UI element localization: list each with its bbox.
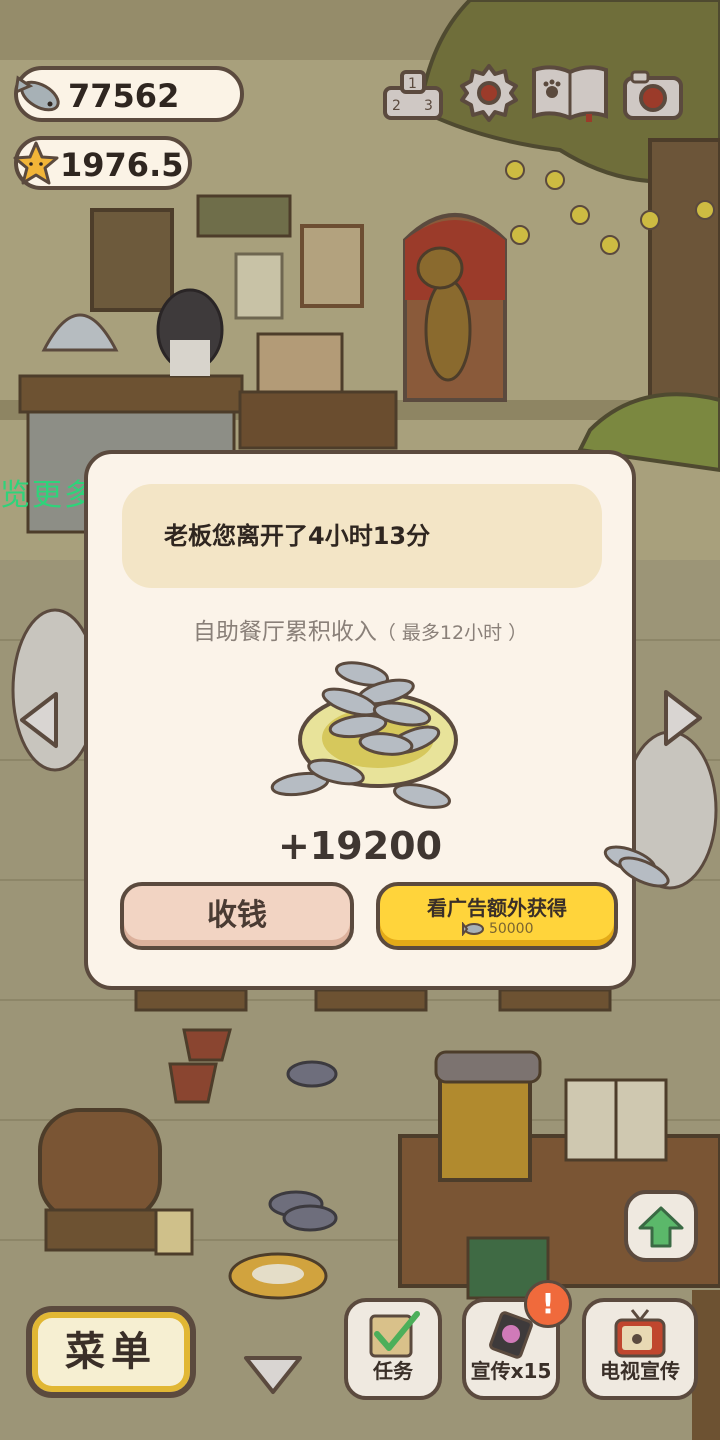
watch-ad-label: 看广告额外获得 [427, 896, 567, 920]
promo-label: 宣传x15 [470, 1359, 552, 1383]
scroll-down-arrow-icon[interactable] [242, 1354, 304, 1396]
alert-badge-text: ! [541, 1287, 555, 1320]
svg-text:1: 1 [408, 76, 417, 92]
ad-bonus-value: 50000 [488, 921, 534, 937]
tasks-label: 任务 [373, 1359, 413, 1383]
away-notice-text: 老板您离开了4小时13分 [164, 522, 431, 550]
ad-bonus-amount: 50000 [380, 921, 614, 937]
star-rating-counter: 1976.5 [13, 136, 192, 190]
right-arrow-icon[interactable] [662, 688, 706, 748]
fish-icon [14, 75, 60, 112]
fish-currency-counter: 77562 [14, 66, 244, 122]
star-icon [13, 141, 59, 185]
left-arrow-icon[interactable] [16, 690, 60, 750]
income-subtitle-main: 自助餐厅累积收入 [192, 619, 377, 645]
offline-earnings-dialog: 老板您离开了4小时13分 自助餐厅累积收入（ 最多12小时 ） +19200 收… [84, 450, 636, 990]
upgrade-button[interactable] [624, 1190, 698, 1262]
alert-badge: ! [524, 1280, 572, 1328]
fish-icon [603, 845, 670, 888]
tv-promo-button[interactable]: 电视宣传 [582, 1298, 698, 1400]
ranking-icon[interactable]: 1 2 3 [382, 66, 444, 122]
watch-ad-bonus-button[interactable]: 看广告额外获得 50000 [376, 882, 618, 950]
tv-icon [614, 1309, 666, 1358]
cat-book-icon[interactable] [530, 62, 610, 124]
away-notice: 老板您离开了4小时13分 [122, 484, 602, 588]
checklist-icon [369, 1311, 420, 1358]
income-subtitle-note: （ 最多12小时 ） [376, 622, 528, 644]
fish-pile-icon [270, 661, 458, 809]
settings-gear-icon[interactable] [458, 62, 520, 124]
star-rating: 1976.5 [60, 146, 184, 184]
tasks-button[interactable]: 任务 [344, 1298, 442, 1400]
up-arrow-icon [638, 1206, 684, 1248]
fish-icon [461, 921, 484, 937]
fish-count: 77562 [68, 77, 180, 115]
collect-money-label: 收钱 [207, 898, 267, 933]
camera-icon[interactable] [622, 66, 684, 122]
svg-text:2: 2 [392, 98, 401, 114]
earnings-amount: +19200 [277, 824, 443, 868]
income-subtitle: 自助餐厅累积收入（ 最多12小时 ） [88, 612, 632, 646]
menu-label: 菜单 [65, 1329, 157, 1375]
tv-promo-label: 电视宣传 [600, 1359, 680, 1383]
svg-text:3: 3 [424, 98, 433, 114]
menu-button[interactable]: 菜单 [26, 1306, 196, 1398]
collect-money-button[interactable]: 收钱 [120, 882, 354, 950]
